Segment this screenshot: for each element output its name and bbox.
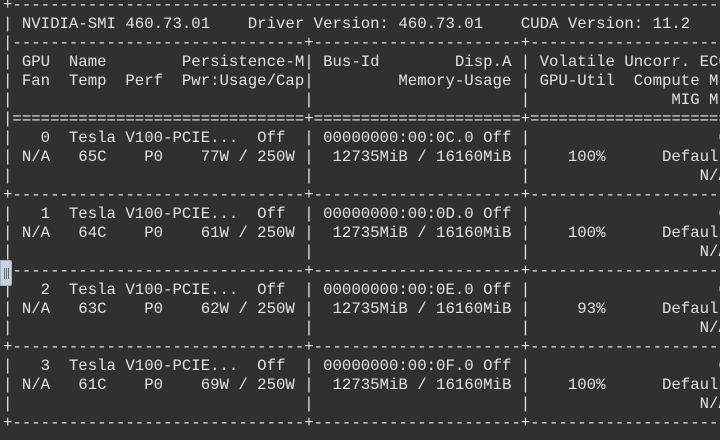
terminal-line: +-------------------------------+-------…	[3, 338, 720, 356]
terminal-line: +-------------------------------+-------…	[3, 262, 720, 280]
terminal-line: |===============================+=======…	[3, 110, 720, 128]
terminal-window: +---------------------------------------…	[0, 0, 720, 440]
terminal-line: | GPU Name Persistence-M| Bus-Id Disp.A …	[3, 53, 720, 71]
terminal-line: | N/A 63C P0 62W / 250W | 12735MiB / 161…	[3, 300, 720, 318]
terminal-line: +-------------------------------+-------…	[3, 186, 720, 204]
terminal-line: +---------------------------------------…	[3, 0, 720, 14]
terminal-line: | 3 Tesla V100-PCIE... Off | 00000000:00…	[3, 357, 720, 375]
terminal-line: |-------------------------------+-------…	[3, 34, 720, 52]
terminal-line: | N/A 65C P0 77W / 250W | 12735MiB / 161…	[3, 148, 720, 166]
terminal-line: | 0 Tesla V100-PCIE... Off | 00000000:00…	[3, 129, 720, 147]
terminal-line: | | | N/A |	[3, 167, 720, 185]
grip-line	[8, 268, 9, 279]
terminal-line: | 1 Tesla V100-PCIE... Off | 00000000:00…	[3, 205, 720, 223]
terminal-line: | N/A 64C P0 61W / 250W | 12735MiB / 161…	[3, 224, 720, 242]
grip-line	[4, 268, 5, 279]
terminal-line: | 2 Tesla V100-PCIE... Off | 00000000:00…	[3, 281, 720, 299]
terminal-line: | NVIDIA-SMI 460.73.01 Driver Version: 4…	[3, 15, 720, 33]
grip-line	[6, 268, 7, 279]
terminal-line: | N/A 61C P0 69W / 250W | 12735MiB / 161…	[3, 376, 720, 394]
terminal-line: | | | N/A |	[3, 243, 720, 261]
terminal-line: | Fan Temp Perf Pwr:Usage/Cap| Memory-Us…	[3, 72, 720, 90]
terminal-line: | | | N/A |	[3, 319, 720, 337]
terminal-line: +-------------------------------+-------…	[3, 414, 720, 432]
terminal-line: | | | N/A |	[3, 395, 720, 413]
scroll-handle-icon[interactable]	[0, 260, 12, 286]
terminal-output: +---------------------------------------…	[3, 0, 720, 433]
terminal-line: | | | MIG M. |	[3, 91, 720, 109]
